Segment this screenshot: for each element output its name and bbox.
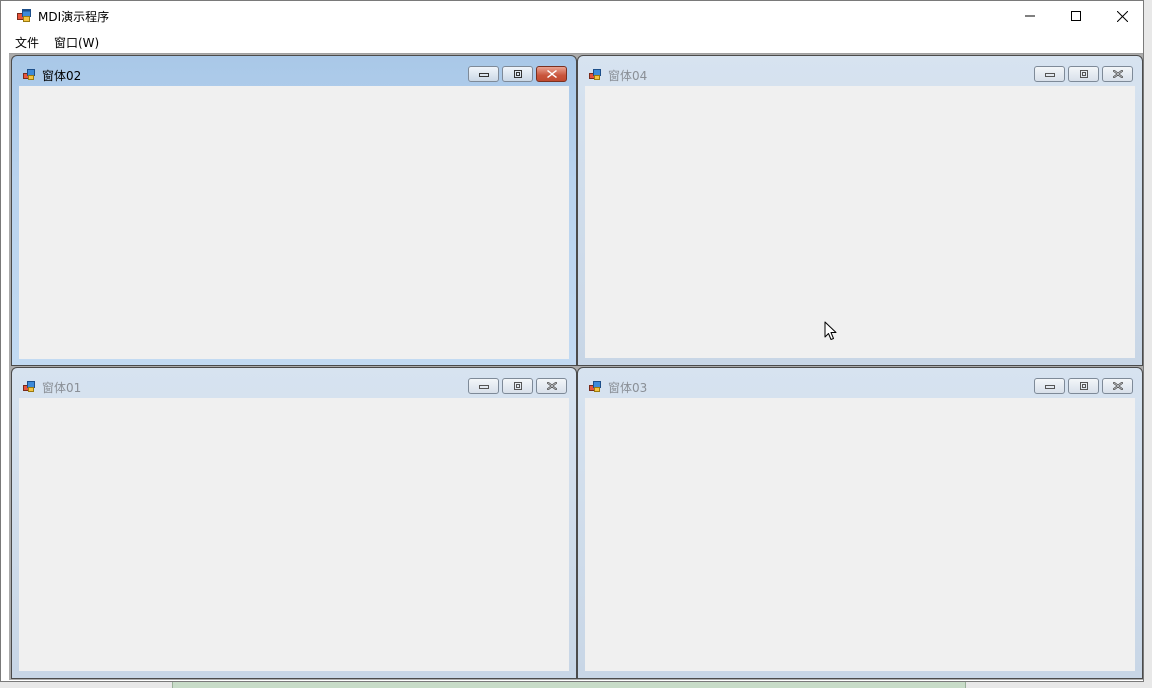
form-icon <box>589 69 601 80</box>
minimize-icon <box>478 73 489 77</box>
close-icon <box>1112 382 1123 390</box>
child-title: 窗体04 <box>608 69 648 83</box>
menu-item-window[interactable]: 窗口(W) <box>54 34 99 51</box>
restore-icon <box>1079 382 1088 390</box>
child-restore-button[interactable] <box>1068 66 1099 82</box>
child-restore-button[interactable] <box>502 66 533 82</box>
child-minimize-button[interactable] <box>1034 66 1065 82</box>
form-icon <box>23 69 35 80</box>
mdi-app-icon <box>17 9 31 22</box>
form-icon <box>589 381 601 392</box>
child-restore-button[interactable] <box>502 378 533 394</box>
child-close-button[interactable] <box>536 378 567 394</box>
maximize-icon <box>1071 11 1081 21</box>
restore-icon <box>1079 70 1088 78</box>
child-minimize-button[interactable] <box>468 378 499 394</box>
child-window-03[interactable]: 窗体03 <box>577 367 1143 679</box>
child-close-button[interactable] <box>536 66 567 82</box>
mdi-client-area: 窗体02 窗体04 窗体01 窗体03 <box>9 53 1143 680</box>
child-window-01[interactable]: 窗体01 <box>11 367 577 679</box>
child-minimize-button[interactable] <box>468 66 499 82</box>
minimize-icon <box>478 385 489 389</box>
minimize-button[interactable] <box>1007 1 1053 31</box>
menu-bar: 文件 窗口(W) <box>1 31 1143 52</box>
child-client-area <box>585 86 1135 358</box>
maximize-button[interactable] <box>1053 1 1099 31</box>
main-window: MDI演示程序 文件 窗口(W) 窗体02 窗体04 窗体01 窗体03 <box>0 0 1144 682</box>
minimize-icon <box>1044 73 1055 77</box>
child-client-area <box>19 86 569 359</box>
child-client-area <box>585 398 1135 671</box>
close-icon <box>546 70 557 78</box>
child-window-04[interactable]: 窗体04 <box>577 55 1143 366</box>
child-client-area <box>19 398 569 671</box>
menu-item-file[interactable]: 文件 <box>15 34 39 51</box>
child-title: 窗体01 <box>42 381 82 395</box>
close-icon <box>1116 10 1128 22</box>
child-title: 窗体03 <box>608 381 648 395</box>
close-icon <box>546 382 557 390</box>
minimize-icon <box>1025 15 1035 17</box>
child-title: 窗体02 <box>42 69 82 83</box>
window-title: MDI演示程序 <box>38 10 110 24</box>
child-restore-button[interactable] <box>1068 378 1099 394</box>
child-close-button[interactable] <box>1102 378 1133 394</box>
close-icon <box>1112 70 1123 78</box>
child-minimize-button[interactable] <box>1034 378 1065 394</box>
close-button[interactable] <box>1099 1 1145 31</box>
title-bar[interactable]: MDI演示程序 <box>1 1 1143 31</box>
child-close-button[interactable] <box>1102 66 1133 82</box>
restore-icon <box>513 70 522 78</box>
child-window-02[interactable]: 窗体02 <box>11 55 577 366</box>
mouse-pointer-icon <box>824 321 837 340</box>
minimize-icon <box>1044 385 1055 389</box>
restore-icon <box>513 382 522 390</box>
form-icon <box>23 381 35 392</box>
